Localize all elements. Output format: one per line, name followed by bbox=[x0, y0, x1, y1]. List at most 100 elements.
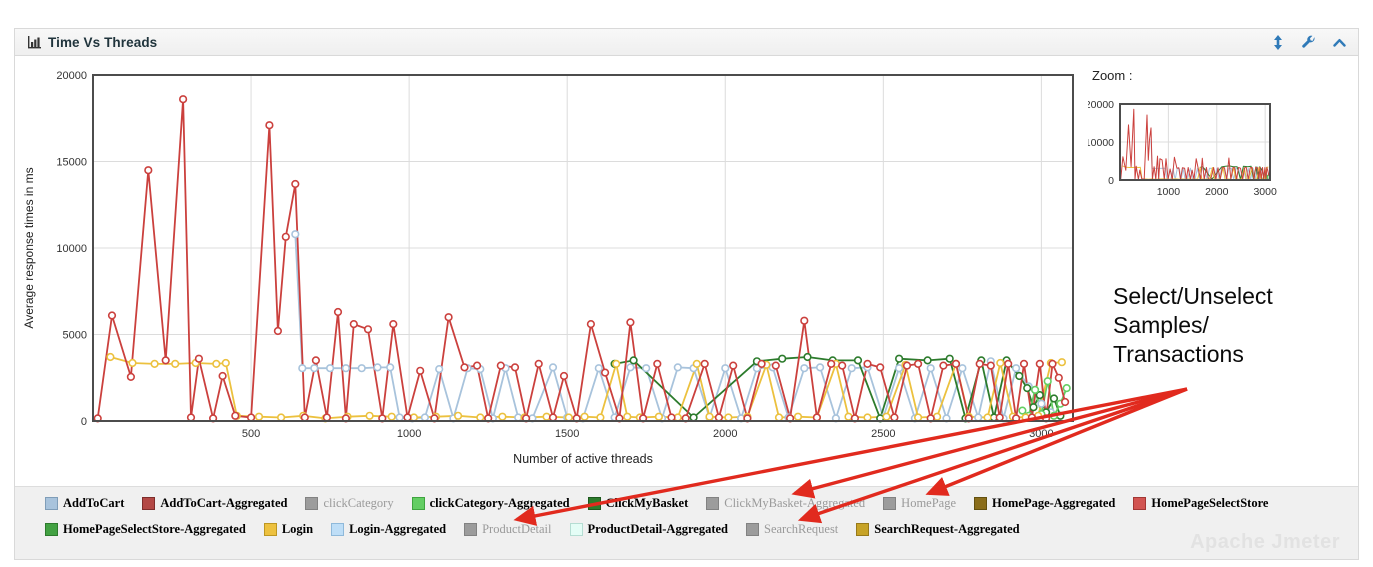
data-point-AddToCart bbox=[722, 365, 729, 372]
legend-item[interactable]: SearchRequest bbox=[746, 522, 838, 537]
data-point-AddToCart bbox=[975, 414, 982, 421]
data-point-Login bbox=[499, 413, 506, 420]
legend-label: AddToCart bbox=[63, 496, 124, 511]
main-chart[interactable]: 0500010000150002000050010001500200025003… bbox=[20, 60, 1105, 475]
data-point-ClickMyBasket bbox=[690, 414, 697, 421]
wrench-icon[interactable] bbox=[1301, 35, 1316, 50]
data-point-AddToCart bbox=[817, 364, 824, 371]
data-point-AddToCart-Aggregated bbox=[302, 414, 309, 421]
data-point-AddToCart-Aggregated bbox=[275, 328, 282, 335]
data-point-AddToCart-Aggregated bbox=[996, 414, 1003, 421]
data-point-ClickMyBasket bbox=[924, 357, 931, 364]
data-point-Login bbox=[694, 361, 701, 368]
legend-item[interactable]: AddToCart-Aggregated bbox=[142, 496, 287, 511]
data-point-AddToCart-Aggregated bbox=[730, 362, 737, 369]
data-point-AddToCart-Aggregated bbox=[1021, 361, 1028, 368]
data-point-AddToCart bbox=[396, 414, 403, 421]
data-point-AddToCart-Aggregated bbox=[976, 361, 983, 368]
data-point-AddToCart-Aggregated bbox=[292, 181, 299, 188]
legend-item[interactable]: HomePage bbox=[883, 496, 956, 511]
data-point-AddToCart-Aggregated bbox=[535, 361, 542, 368]
legend-swatch bbox=[856, 523, 869, 536]
data-point-ClickMyBasket bbox=[804, 354, 811, 361]
data-point-Login bbox=[776, 414, 783, 421]
series-AddToCart-Aggregated bbox=[1121, 109, 1269, 179]
legend-item[interactable]: Login bbox=[264, 522, 313, 537]
annotation-line: Select/Unselect bbox=[1113, 282, 1273, 311]
data-point-ClickMyBasket bbox=[1051, 395, 1058, 402]
data-point-AddToCart bbox=[643, 365, 650, 372]
legend-item[interactable]: HomePage-Aggregated bbox=[974, 496, 1115, 511]
legend-label: HomePage bbox=[901, 496, 956, 511]
data-point-clickCategory-Aggregated bbox=[1051, 413, 1058, 420]
legend-item[interactable]: SearchRequest-Aggregated bbox=[856, 522, 1019, 537]
data-point-Login bbox=[656, 413, 663, 420]
panel-body: 0500010000150002000050010001500200025003… bbox=[15, 56, 1358, 486]
x-tick-label: 2000 bbox=[713, 428, 737, 440]
legend-label: ProductDetail bbox=[482, 522, 551, 537]
data-point-AddToCart-Aggregated bbox=[266, 122, 273, 129]
x-tick-label: 500 bbox=[242, 428, 260, 440]
legend-swatch bbox=[1133, 497, 1146, 510]
data-point-AddToCart bbox=[927, 365, 934, 372]
legend-item[interactable]: clickCategory bbox=[305, 496, 393, 511]
data-point-Login bbox=[129, 360, 136, 367]
time-vs-threads-panel: Time Vs Threads bbox=[14, 28, 1359, 560]
legend-swatch bbox=[412, 497, 425, 510]
data-point-ClickMyBasket bbox=[630, 357, 637, 364]
legend-label: AddToCart-Aggregated bbox=[160, 496, 287, 511]
x-tick-label: 2500 bbox=[871, 428, 895, 440]
data-point-AddToCart-Aggregated bbox=[128, 374, 135, 381]
data-point-AddToCart-Aggregated bbox=[188, 414, 195, 421]
data-point-AddToCart-Aggregated bbox=[915, 361, 922, 368]
data-point-AddToCart-Aggregated bbox=[351, 321, 358, 328]
legend-item[interactable]: HomePageSelectStore bbox=[1133, 496, 1268, 511]
data-point-AddToCart-Aggregated bbox=[588, 321, 595, 328]
legend-swatch bbox=[142, 497, 155, 510]
data-point-AddToCart-Aggregated bbox=[654, 361, 661, 368]
data-point-AddToCart bbox=[1038, 400, 1045, 407]
y-tick-label: 5000 bbox=[63, 330, 87, 342]
data-point-AddToCart-Aggregated bbox=[1049, 361, 1056, 368]
x-tick-label: 3000 bbox=[1029, 428, 1053, 440]
legend-label: HomePageSelectStore-Aggregated bbox=[63, 522, 246, 537]
data-point-AddToCart-Aggregated bbox=[877, 364, 884, 371]
legend-label: HomePageSelectStore bbox=[1151, 496, 1268, 511]
legend-item[interactable]: ProductDetail-Aggregated bbox=[570, 522, 728, 537]
zoom-preview-chart[interactable]: 01000020000100020003000 bbox=[1088, 96, 1303, 208]
legend-item[interactable]: HomePageSelectStore-Aggregated bbox=[45, 522, 246, 537]
data-point-ClickMyBasket bbox=[855, 357, 862, 364]
legend-swatch bbox=[464, 523, 477, 536]
data-point-AddToCart-Aggregated bbox=[1056, 375, 1063, 382]
legend-item[interactable]: ClickMyBasket-Aggregated bbox=[706, 496, 865, 511]
legend-item[interactable]: ClickMyBasket bbox=[588, 496, 689, 511]
data-point-AddToCart-Aggregated bbox=[904, 362, 911, 369]
legend-swatch bbox=[305, 497, 318, 510]
resize-vertical-icon[interactable] bbox=[1272, 35, 1284, 50]
legend-label: SearchRequest bbox=[764, 522, 838, 537]
collapse-chevron-up-icon[interactable] bbox=[1333, 38, 1346, 47]
data-point-AddToCart-Aggregated bbox=[180, 96, 187, 103]
legend-item[interactable]: ProductDetail bbox=[464, 522, 551, 537]
data-point-AddToCart bbox=[299, 365, 306, 372]
data-point-AddToCart-Aggregated bbox=[512, 364, 519, 371]
data-point-Login bbox=[256, 413, 263, 420]
legend-swatch bbox=[45, 497, 58, 510]
legend-item[interactable]: clickCategory-Aggregated bbox=[412, 496, 570, 511]
data-point-AddToCart bbox=[358, 365, 365, 372]
data-point-clickCategory-Aggregated bbox=[1019, 407, 1026, 414]
data-point-AddToCart-Aggregated bbox=[701, 361, 708, 368]
data-point-Login bbox=[624, 413, 631, 420]
data-point-AddToCart bbox=[436, 366, 443, 373]
data-point-AddToCart-Aggregated bbox=[461, 364, 468, 371]
data-point-Login bbox=[613, 361, 620, 368]
legend-item[interactable]: Login-Aggregated bbox=[331, 522, 446, 537]
data-point-Login bbox=[795, 413, 802, 420]
data-point-clickCategory-Aggregated bbox=[1063, 385, 1070, 392]
data-point-AddToCart-Aggregated bbox=[668, 414, 675, 421]
data-point-Login bbox=[845, 413, 852, 420]
legend-item[interactable]: AddToCart bbox=[45, 496, 124, 511]
data-point-AddToCart bbox=[327, 365, 334, 372]
data-point-AddToCart-Aggregated bbox=[561, 373, 568, 380]
data-point-AddToCart-Aggregated bbox=[445, 314, 452, 321]
